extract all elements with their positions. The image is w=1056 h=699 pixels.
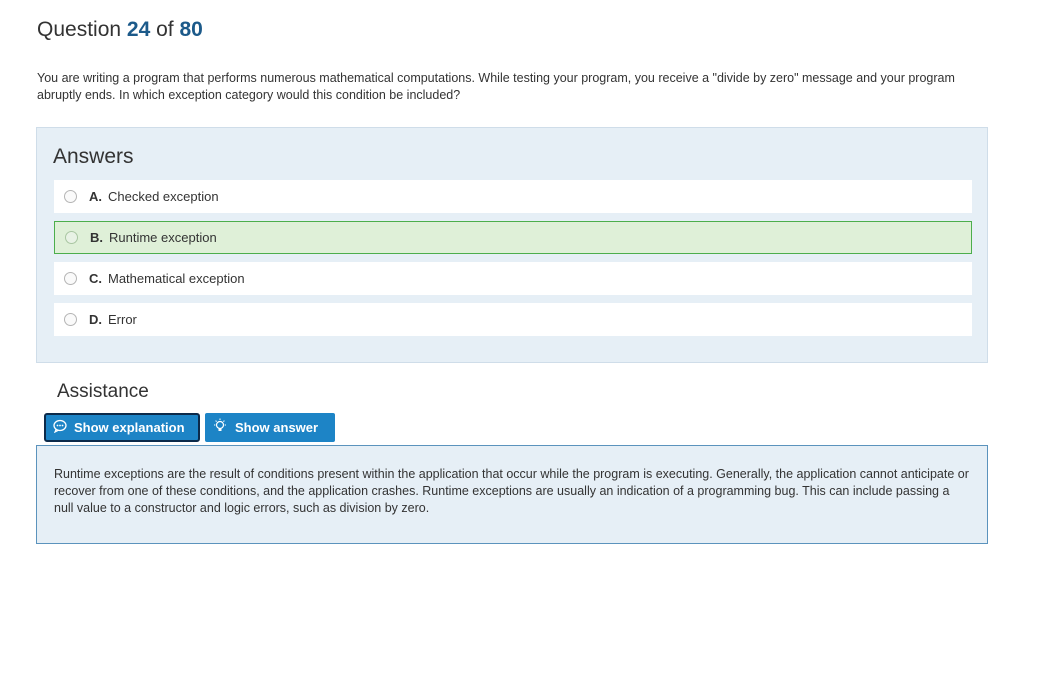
- speech-bubble-icon: [53, 419, 74, 436]
- question-text: You are writing a program that performs …: [37, 71, 955, 102]
- question-prefix: Question: [37, 18, 122, 41]
- explanation-text: Runtime exceptions are the result of con…: [54, 467, 969, 515]
- show-explanation-button[interactable]: Show explanation: [44, 413, 200, 442]
- radio-button-c[interactable]: [64, 272, 77, 285]
- answers-title: Answers: [53, 145, 134, 168]
- answers-panel: Answers A. Checked exception B. Runtime …: [36, 127, 988, 363]
- lightbulb-icon: [212, 418, 235, 437]
- answer-option-d[interactable]: D. Error: [54, 303, 972, 336]
- answer-letter: C.: [89, 271, 102, 286]
- answer-option-c[interactable]: C. Mathematical exception: [54, 262, 972, 295]
- quiz-page: Question 24 of 80 You are writing a prog…: [0, 0, 1056, 699]
- answer-letter: D.: [89, 312, 102, 327]
- answer-text: Error: [108, 312, 137, 327]
- question-header: Question 24 of 80: [37, 18, 203, 42]
- radio-button-b[interactable]: [65, 231, 78, 244]
- question-of-label: of: [156, 18, 174, 41]
- question-current-number: 24: [126, 18, 151, 41]
- question-total-number: 80: [179, 18, 203, 41]
- show-explanation-label: Show explanation: [74, 420, 185, 435]
- answer-option-b[interactable]: B. Runtime exception: [54, 221, 972, 254]
- answer-text: Mathematical exception: [108, 271, 245, 286]
- radio-button-d[interactable]: [64, 313, 77, 326]
- radio-button-a[interactable]: [64, 190, 77, 203]
- show-answer-button[interactable]: Show answer: [205, 413, 335, 442]
- answer-option-a[interactable]: A. Checked exception: [54, 180, 972, 213]
- assistance-title: Assistance: [57, 381, 149, 402]
- answer-letter: B.: [90, 230, 103, 245]
- answer-text: Checked exception: [108, 189, 219, 204]
- explanation-box: Runtime exceptions are the result of con…: [36, 445, 988, 544]
- show-answer-label: Show answer: [235, 420, 319, 435]
- answer-letter: A.: [89, 189, 102, 204]
- answer-text: Runtime exception: [109, 230, 217, 245]
